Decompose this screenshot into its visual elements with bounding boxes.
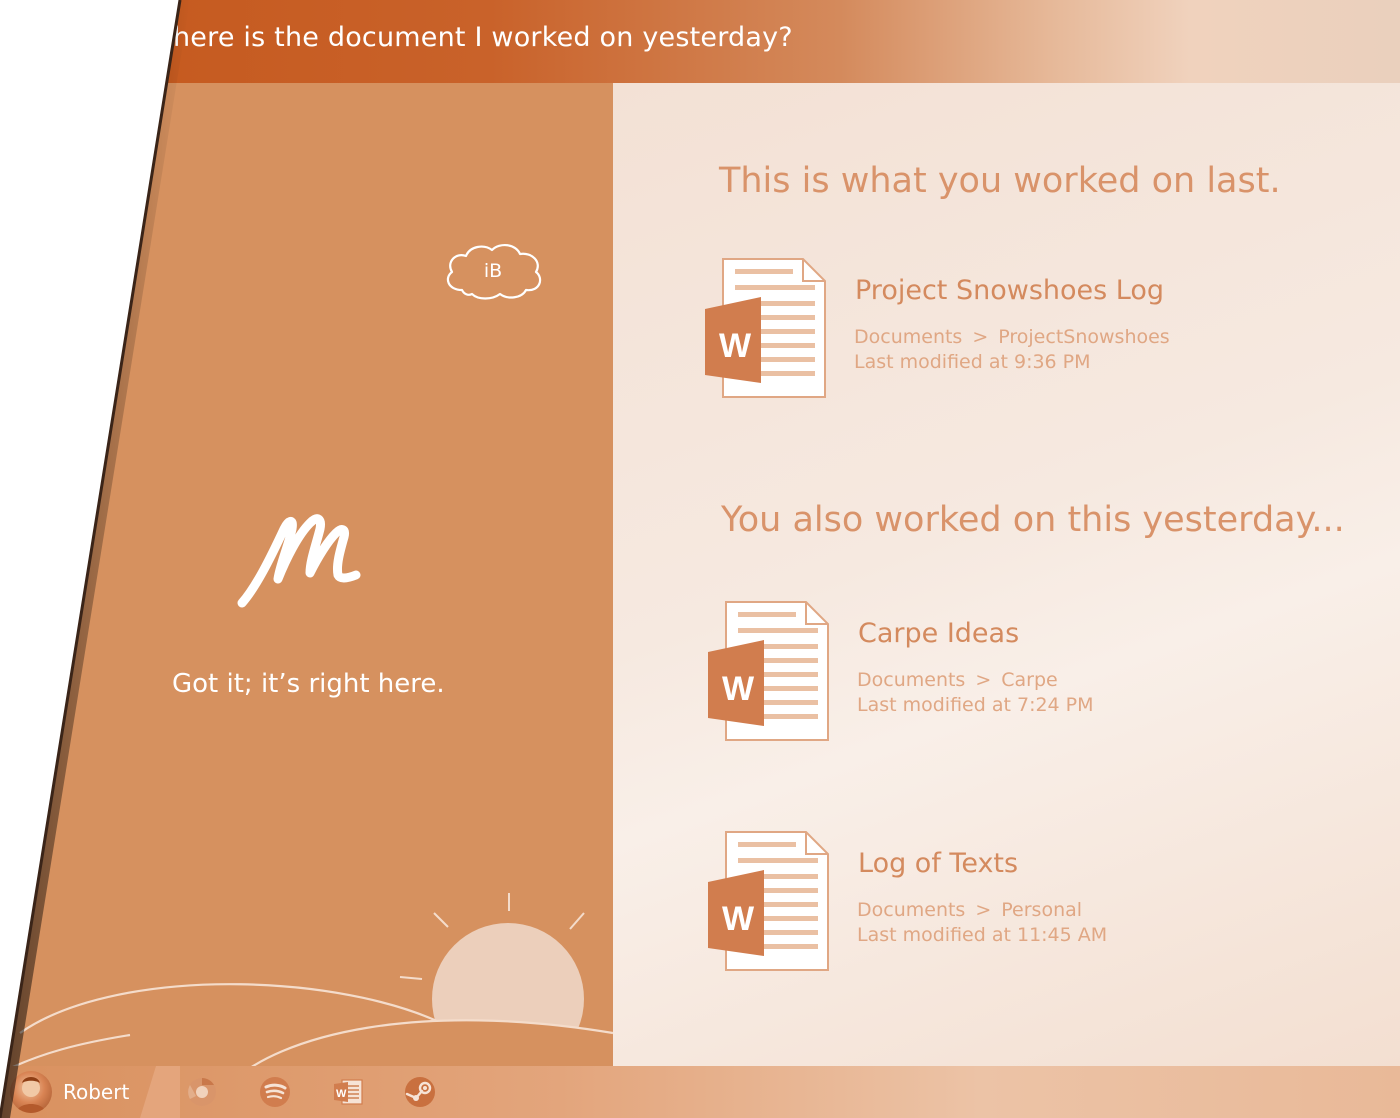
doc-path-root: Documents [857,669,966,691]
steam-icon[interactable] [404,1076,436,1108]
sunrise-illustration [0,893,613,1066]
assistant-panel: iB Got it; it’s right here. [0,83,613,1066]
avatar[interactable] [10,1071,52,1113]
svg-text:W: W [722,670,755,708]
doc-title[interactable]: Carpe Ideas [858,618,1019,649]
assistant-reply: Got it; it’s right here. [172,669,445,699]
doc-path-root: Documents [854,326,963,348]
user-name[interactable]: Robert [63,1080,129,1104]
doc-path-root: Documents [857,899,966,921]
svg-text:W: W [719,327,752,365]
doc-path: Documents > ProjectSnowshoes [854,326,1170,348]
path-separator: > [972,326,989,348]
cloud-badge-label: iB [483,260,503,282]
doc-path-folder: Carpe [1001,669,1058,691]
user-avatar-icon [16,1077,46,1113]
svg-text:W: W [336,1088,347,1100]
doc-title[interactable]: Project Snowshoes Log [855,275,1164,306]
results-panel: This is what you worked on last. W Proje… [613,83,1400,1066]
doc-path: Documents > Carpe [857,669,1058,691]
word-document-icon[interactable]: W [705,257,829,399]
word-document-icon[interactable]: W [708,600,832,742]
doc-modified: Last modified at 9:36 PM [854,351,1091,373]
svg-text:W: W [722,900,755,938]
word-icon[interactable]: W [332,1076,364,1108]
doc-title[interactable]: Log of Texts [858,848,1018,879]
doc-path-folder: ProjectSnowshoes [998,326,1170,348]
path-separator: > [975,899,992,921]
doc-modified: Last modified at 11:45 AM [857,924,1108,946]
doc-path: Documents > Personal [857,899,1082,921]
path-separator: > [975,669,992,691]
taskbar-divider [140,1066,180,1118]
assistant-window: here is the document I worked on yesterd… [0,0,1400,1118]
taskbar: Robert W [0,1066,1400,1118]
query-text[interactable]: here is the document I worked on yesterd… [173,22,793,53]
chrome-icon[interactable] [186,1076,218,1108]
primary-heading: This is what you worked on last. [719,161,1281,201]
cloud-badge[interactable]: iB [440,238,546,304]
doc-path-folder: Personal [1001,899,1083,921]
spotify-icon[interactable] [259,1076,291,1108]
query-bar[interactable]: here is the document I worked on yesterd… [0,0,1400,83]
doc-modified: Last modified at 7:24 PM [857,694,1094,716]
handwritten-m-logo-icon [237,514,361,608]
word-document-icon[interactable]: W [708,830,832,972]
secondary-heading: You also worked on this yesterday... [721,500,1345,540]
screen: here is the document I worked on yesterd… [0,0,1400,1118]
